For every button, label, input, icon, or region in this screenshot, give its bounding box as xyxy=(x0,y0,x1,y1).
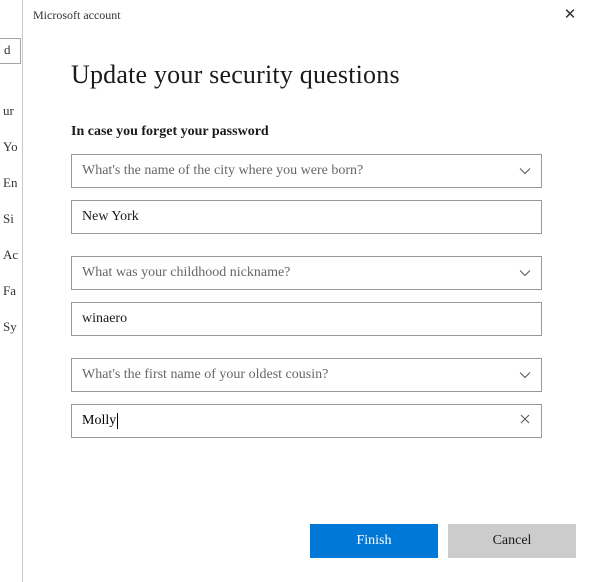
dialog-content: Update your security questions In case y… xyxy=(23,30,600,524)
chevron-down-icon xyxy=(511,369,531,381)
dialog-footer: Finish Cancel xyxy=(23,524,600,582)
security-question-2-text: What was your childhood nickname? xyxy=(82,265,511,281)
chevron-down-icon xyxy=(511,165,531,177)
bg-item: En xyxy=(0,176,21,212)
close-button[interactable]: ✕ xyxy=(550,0,590,30)
microsoft-account-dialog: Microsoft account ✕ Update your security… xyxy=(22,0,600,582)
security-question-2-select[interactable]: What was your childhood nickname? xyxy=(71,256,542,290)
security-answer-1-input[interactable] xyxy=(71,200,542,234)
security-answer-3-text: Molly xyxy=(82,413,511,429)
bg-item: Si xyxy=(0,212,21,248)
bg-box: d xyxy=(0,38,21,64)
security-answer-2-input[interactable] xyxy=(71,302,542,336)
bg-item: Fa xyxy=(0,284,21,320)
title-bar: Microsoft account ✕ xyxy=(23,0,600,30)
bg-item: Sy xyxy=(0,320,21,356)
chevron-down-icon xyxy=(511,267,531,279)
finish-button[interactable]: Finish xyxy=(310,524,438,558)
text-cursor xyxy=(117,413,118,429)
security-question-3-text: What's the first name of your oldest cou… xyxy=(82,367,511,383)
page-title: Update your security questions xyxy=(71,60,542,90)
security-question-3-select[interactable]: What's the first name of your oldest cou… xyxy=(71,358,542,392)
security-answer-2-field[interactable] xyxy=(82,311,531,327)
bg-item: Yo xyxy=(0,140,21,176)
bg-item: ur xyxy=(0,104,21,140)
cancel-button[interactable]: Cancel xyxy=(448,524,576,558)
security-question-1-select[interactable]: What's the name of the city where you we… xyxy=(71,154,542,188)
page-subhead: In case you forget your password xyxy=(71,124,542,140)
dialog-title: Microsoft account xyxy=(33,8,550,23)
bg-item: Ac xyxy=(0,248,21,284)
background-sidebar: d ur Yo En Si Ac Fa Sy xyxy=(0,38,21,356)
security-answer-3-input[interactable]: Molly xyxy=(71,404,542,438)
clear-input-icon[interactable] xyxy=(511,413,531,430)
security-question-1-text: What's the name of the city where you we… xyxy=(82,163,511,179)
security-answer-1-field[interactable] xyxy=(82,209,531,225)
